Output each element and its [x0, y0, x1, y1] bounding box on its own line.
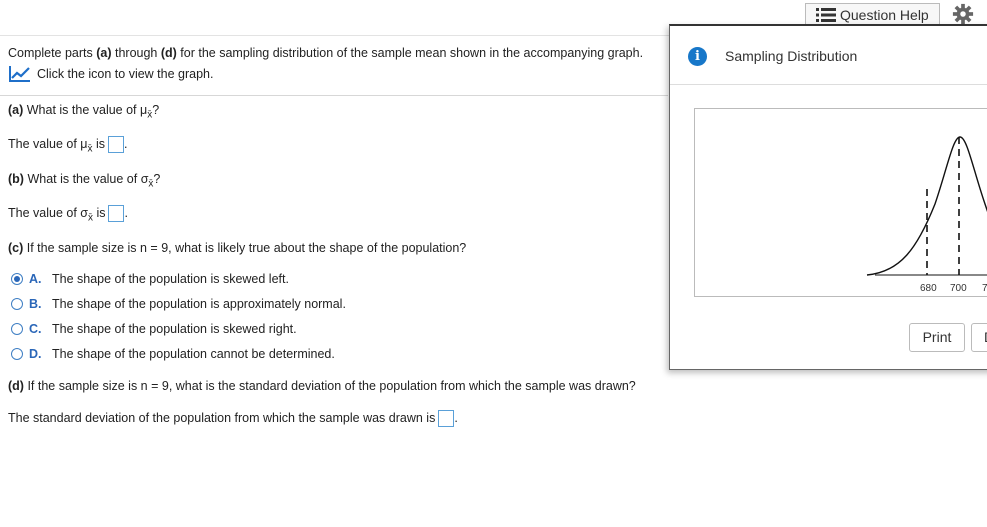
gear-icon[interactable] [952, 3, 974, 25]
option-b-letter: B. [29, 297, 42, 311]
part-b-answer-row: The value of σx̄ is. [8, 205, 128, 224]
option-c-text[interactable]: The shape of the population is skewed ri… [52, 322, 297, 336]
question-help-label: Question Help [840, 7, 929, 23]
part-d-answer-row: The standard deviation of the population… [8, 410, 458, 427]
mean-answer-input[interactable] [107, 136, 124, 153]
intro-text: Complete parts (a) through (d) for the s… [8, 46, 644, 60]
option-c-letter: C. [29, 322, 42, 336]
distribution-graph: 680 700 7 [694, 108, 987, 297]
part-a-question: (a) What is the value of μx̄? [8, 103, 160, 121]
tick-label-720: 7 [982, 283, 987, 294]
part-d-question: (d) If the sample size is n = 9, what is… [8, 379, 636, 393]
print-button[interactable]: Print [909, 323, 965, 352]
option-d-radio[interactable] [11, 348, 23, 360]
done-button[interactable]: D [971, 323, 987, 352]
list-icon [816, 8, 836, 22]
popup-title: Sampling Distribution [725, 48, 858, 64]
option-a-letter: A. [29, 272, 42, 286]
info-icon: i [688, 47, 707, 66]
part-b-question: (b) What is the value of σx̄? [8, 172, 161, 190]
option-d-text[interactable]: The shape of the population cannot be de… [52, 347, 335, 361]
part-c-question: (c) If the sample size is n = 9, what is… [8, 241, 467, 255]
popup-header-divider [670, 84, 987, 85]
option-b-radio[interactable] [11, 298, 23, 310]
sampling-distribution-popup: i Sampling Distribution 680 700 7 Print … [669, 24, 987, 370]
tick-label-680: 680 [920, 283, 937, 294]
option-a-radio[interactable] [11, 273, 23, 285]
part-a-answer-row: The value of μx̄ is. [8, 136, 128, 155]
line-chart-icon[interactable] [9, 65, 31, 82]
option-d-letter: D. [29, 347, 42, 361]
option-b-text[interactable]: The shape of the population is approxima… [52, 297, 346, 311]
std-error-answer-input[interactable] [108, 205, 125, 222]
option-c-radio[interactable] [11, 323, 23, 335]
population-std-answer-input[interactable] [438, 410, 455, 427]
distribution-graph-svg: 680 700 7 [866, 136, 987, 294]
intro-divider [0, 95, 668, 96]
view-graph-link-text[interactable]: Click the icon to view the graph. [37, 67, 213, 81]
tick-label-700: 700 [950, 283, 967, 294]
option-a-text[interactable]: The shape of the population is skewed le… [52, 272, 289, 286]
